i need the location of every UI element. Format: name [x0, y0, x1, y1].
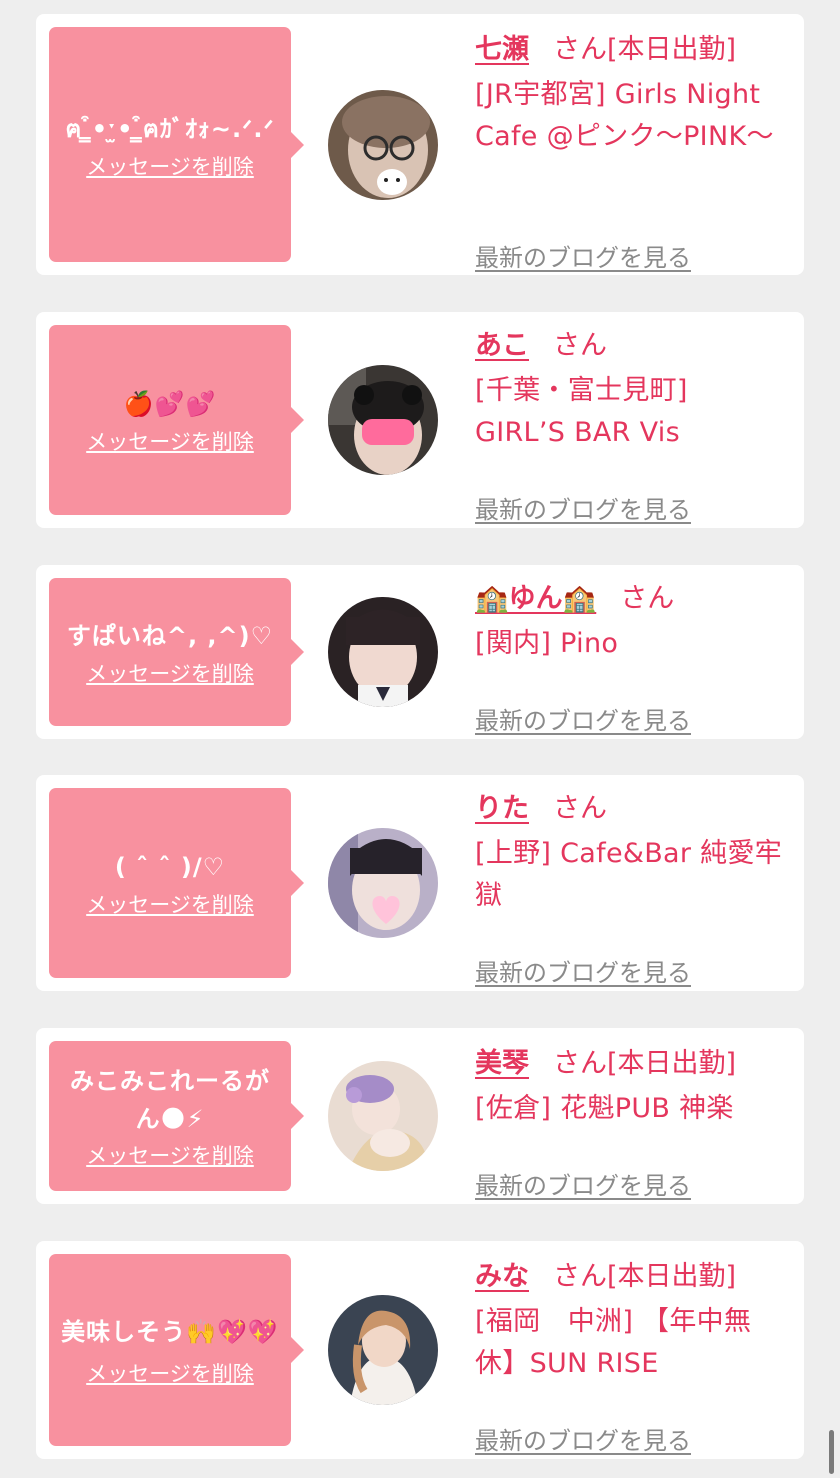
- honorific: さん: [553, 793, 607, 824]
- avatar[interactable]: [328, 597, 438, 707]
- honorific: さん: [553, 1261, 607, 1292]
- message-text: 美味しそう🙌💖💖: [61, 1318, 279, 1346]
- shop-name: [福岡 中洲] 【年中無休】SUN RISE: [475, 1306, 752, 1379]
- delete-message-link[interactable]: メッセージを削除: [86, 1358, 254, 1388]
- message-card: ฅ ̳͒•ˑ̫• ̳͒ฅｶﾞｵｫ~.ᐟ.ᐟ メッセージを削除 七瀬 さん[本日出勤…: [36, 14, 804, 275]
- card-info: 七瀬 さん[本日出勤] [JR宇都宮] Girls Night Cafe @ピンク…: [475, 30, 795, 272]
- card-info: りた さん [上野] Cafe&Bar 純愛牢獄 最新のブログを見る: [475, 789, 795, 987]
- user-name-link[interactable]: 🏫ゆん🏫: [475, 583, 596, 614]
- latest-blog-link[interactable]: 最新のブログを見る: [475, 1421, 691, 1456]
- user-name-link[interactable]: 美琴: [475, 1048, 529, 1079]
- card-info: みな さん[本日出勤] [福岡 中洲] 【年中無休】SUN RISE 最新のブログ…: [475, 1257, 795, 1455]
- user-name-link[interactable]: りた: [475, 793, 529, 824]
- message-card: すぱいね^, ,^)♡ メッセージを削除 🏫ゆん🏫 さん [関内] Pino 最新…: [36, 565, 804, 739]
- shop-name: [佐倉] 花魁PUB 神楽: [475, 1093, 734, 1124]
- message-bubble: 🍎💕💕 メッセージを削除: [49, 325, 304, 515]
- message-card: 美味しそう🙌💖💖 メッセージを削除 みな さん[本日出勤] [福岡 中洲] 【年中…: [36, 1241, 804, 1459]
- honorific: さん: [620, 583, 675, 614]
- delete-message-link[interactable]: メッセージを削除: [86, 426, 254, 456]
- avatar[interactable]: [328, 1061, 438, 1171]
- card-info: 🏫ゆん🏫 さん [関内] Pino 最新のブログを見る: [475, 579, 795, 735]
- user-name-link[interactable]: 七瀬: [475, 34, 529, 65]
- name-line: みな さん[本日出勤]: [475, 1257, 795, 1297]
- delete-message-link[interactable]: メッセージを削除: [86, 889, 254, 919]
- avatar[interactable]: [328, 90, 438, 200]
- message-text: みこみこれーるがん🌑⚡: [70, 1067, 270, 1133]
- message-text: 🍎💕💕: [123, 390, 217, 418]
- status-badge: [本日出勤]: [607, 34, 737, 65]
- message-card: 🍎💕💕 メッセージを削除 あこ さん [千葉・富士見町] GIRL’S BAR V…: [36, 312, 804, 528]
- status-badge: [本日出勤]: [607, 1261, 737, 1292]
- message-card: みこみこれーるがん🌑⚡ メッセージを削除 美琴 さん[本日出勤] [佐倉] 花魁P…: [36, 1028, 804, 1204]
- latest-blog-link[interactable]: 最新のブログを見る: [475, 1166, 691, 1201]
- message-card: ( ˆ ˆ )/♡ メッセージを削除 りた さん [上野] Cafe&Bar 純愛…: [36, 775, 804, 991]
- honorific: さん: [553, 1048, 607, 1079]
- name-line: りた さん: [475, 789, 795, 829]
- message-text: ( ˆ ˆ )/♡: [114, 853, 226, 881]
- delete-message-link[interactable]: メッセージを削除: [86, 658, 254, 688]
- shop-name: [JR宇都宮] Girls Night Cafe @ピンク〜PINK〜: [475, 79, 774, 152]
- message-text: ฅ ̳͒•ˑ̫• ̳͒ฅｶﾞｵｫ~.ᐟ.ᐟ: [65, 114, 275, 143]
- message-bubble: ฅ ̳͒•ˑ̫• ̳͒ฅｶﾞｵｫ~.ᐟ.ᐟ メッセージを削除: [49, 27, 304, 262]
- shop-name: [関内] Pino: [475, 628, 619, 659]
- latest-blog-link[interactable]: 最新のブログを見る: [475, 238, 691, 273]
- message-bubble: 美味しそう🙌💖💖 メッセージを削除: [49, 1254, 304, 1446]
- message-bubble: すぱいね^, ,^)♡ メッセージを削除: [49, 578, 304, 726]
- message-text: すぱいね^, ,^)♡: [66, 622, 274, 650]
- message-bubble: ( ˆ ˆ )/♡ メッセージを削除: [49, 788, 304, 978]
- avatar[interactable]: [328, 828, 438, 938]
- avatar[interactable]: [328, 365, 438, 475]
- shop-name: [上野] Cafe&Bar 純愛牢獄: [475, 838, 783, 911]
- honorific: さん: [553, 330, 607, 361]
- scrollbar[interactable]: [829, 1430, 834, 1474]
- name-line: 🏫ゆん🏫 さん: [475, 579, 795, 619]
- latest-blog-link[interactable]: 最新のブログを見る: [475, 701, 691, 736]
- latest-blog-link[interactable]: 最新のブログを見る: [475, 953, 691, 988]
- latest-blog-link[interactable]: 最新のブログを見る: [475, 490, 691, 525]
- status-badge: [本日出勤]: [607, 1048, 737, 1079]
- name-line: あこ さん: [475, 326, 795, 366]
- card-info: 美琴 さん[本日出勤] [佐倉] 花魁PUB 神楽 最新のブログを見る: [475, 1044, 795, 1200]
- message-bubble: みこみこれーるがん🌑⚡ メッセージを削除: [49, 1041, 304, 1191]
- name-line: 七瀬 さん[本日出勤]: [475, 30, 795, 70]
- honorific: さん: [553, 34, 607, 65]
- shop-name: [千葉・富士見町] GIRL’S BAR Vis: [475, 375, 688, 448]
- user-name-link[interactable]: あこ: [475, 330, 529, 361]
- delete-message-link[interactable]: メッセージを削除: [86, 1140, 254, 1170]
- delete-message-link[interactable]: メッセージを削除: [86, 151, 254, 181]
- card-info: あこ さん [千葉・富士見町] GIRL’S BAR Vis 最新のブログを見る: [475, 326, 795, 524]
- avatar[interactable]: [328, 1295, 438, 1405]
- user-name-link[interactable]: みな: [475, 1261, 529, 1292]
- name-line: 美琴 さん[本日出勤]: [475, 1044, 795, 1084]
